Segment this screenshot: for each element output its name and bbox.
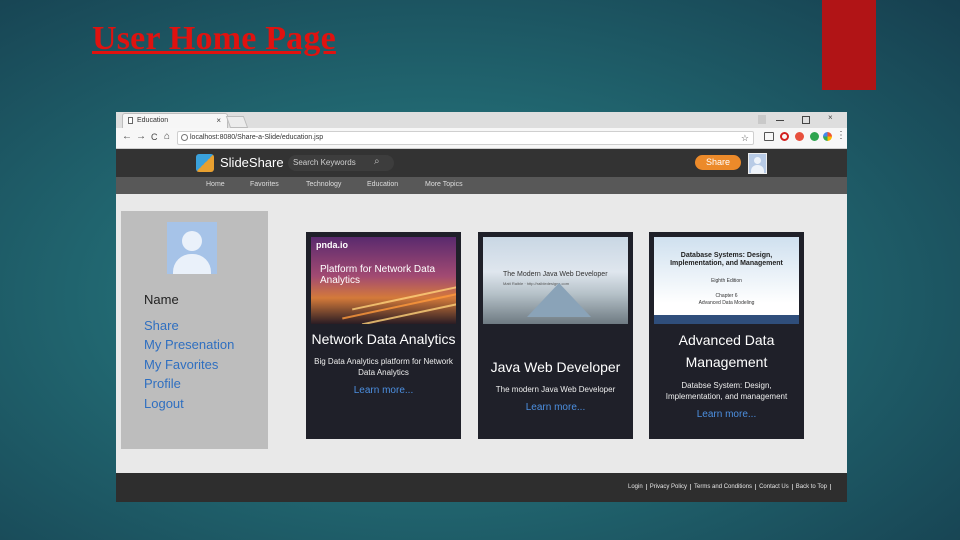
- nav-item-home[interactable]: Home: [206, 181, 225, 188]
- footer-links: Login Privacy Policy Terms and Conditions C…: [625, 484, 831, 490]
- browser-menu-icon[interactable]: ⋮: [836, 130, 846, 141]
- cast-icon[interactable]: [764, 132, 774, 141]
- presentation-card[interactable]: pnda.io Platform for Network Data Analyt…: [306, 232, 461, 439]
- thumb-title: Database Systems: Design, Implementation…: [670, 252, 783, 267]
- sidebar-link-share[interactable]: Share: [144, 318, 179, 333]
- avatar-body: [751, 165, 764, 173]
- learn-more-link[interactable]: Learn more...: [306, 385, 461, 396]
- opera-extension-icon[interactable]: [780, 132, 789, 141]
- card-description: The modern Java Web Developer: [495, 385, 616, 394]
- red-accent-bar: [822, 0, 876, 90]
- footer-link-privacy-policy[interactable]: Privacy Policy: [646, 484, 692, 490]
- browser-window: Education × × ← → C ⌂ localhost:8080/Sha…: [116, 112, 847, 502]
- thumb-chapter-title: Advanced Data Modeling: [698, 300, 755, 306]
- presentation-card[interactable]: The Modern Java Web Developer Matt Raibl…: [478, 232, 633, 439]
- learn-more-link[interactable]: Learn more...: [649, 409, 804, 420]
- home-icon[interactable]: ⌂: [164, 131, 170, 143]
- slide-title: User Home Page: [92, 20, 336, 57]
- nav-item-technology[interactable]: Technology: [306, 181, 341, 188]
- sidebar-link-my-presentation[interactable]: My Presenation: [144, 337, 234, 352]
- card-description: Databse System: Design, Implementation, …: [665, 381, 788, 401]
- new-tab-button[interactable]: [225, 116, 249, 128]
- window-close-icon[interactable]: ×: [828, 113, 833, 122]
- brand-name[interactable]: SlideShare: [220, 155, 284, 170]
- profile-avatar-head: [182, 231, 202, 251]
- nav-item-education[interactable]: Education: [367, 181, 398, 188]
- thumb-chapter: Chapter 6 Advanced Data Modeling: [654, 293, 799, 307]
- slideshare-logo-icon[interactable]: [196, 154, 214, 172]
- info-icon[interactable]: [181, 134, 188, 141]
- reload-icon[interactable]: C: [151, 131, 158, 143]
- url-text: localhost:8080/Share-a-Slide/education.j…: [190, 134, 324, 141]
- light-streak: [361, 302, 456, 324]
- maximize-icon[interactable]: [802, 116, 810, 124]
- avatar-head: [754, 157, 761, 164]
- topic-nav: Home Favorites Technology Education More…: [116, 177, 847, 194]
- presentation-card[interactable]: Database Systems: Design, Implementation…: [649, 232, 804, 439]
- card-thumbnail[interactable]: Database Systems: Design, Implementation…: [654, 237, 799, 324]
- search-input[interactable]: Search Keywords ⌕: [288, 155, 394, 171]
- footer-link-terms[interactable]: Terms and Conditions: [691, 484, 757, 490]
- card-title[interactable]: Advanced Data Management: [667, 329, 786, 373]
- thumb-logo: pnda.io: [316, 240, 348, 250]
- louvre-pyramid: [527, 283, 591, 317]
- address-bar[interactable]: localhost:8080/Share-a-Slide/education.j…: [177, 131, 754, 145]
- site-header: SlideShare Search Keywords ⌕ Share: [116, 149, 847, 177]
- sidebar-link-profile[interactable]: Profile: [144, 376, 181, 391]
- profile-avatar-body: [173, 254, 211, 274]
- site-footer: Login Privacy Policy Terms and Conditions C…: [116, 473, 847, 502]
- share-button[interactable]: Share: [695, 155, 741, 170]
- learn-more-link[interactable]: Learn more...: [478, 402, 633, 413]
- sidebar-link-logout[interactable]: Logout: [144, 396, 184, 411]
- close-tab-icon[interactable]: ×: [216, 114, 221, 128]
- footer-link-back-to-top[interactable]: Back to Top: [792, 484, 831, 490]
- thumb-edition: Eighth Edition: [711, 278, 742, 284]
- address-row: ← → C ⌂ localhost:8080/Share-a-Slide/edu…: [116, 128, 847, 149]
- search-placeholder: Search Keywords: [293, 158, 356, 167]
- card-title[interactable]: Network Data Analytics: [306, 328, 461, 350]
- user-name: Name: [144, 292, 179, 307]
- card-thumbnail[interactable]: pnda.io Platform for Network Data Analyt…: [311, 237, 456, 324]
- card-thumbnail[interactable]: The Modern Java Web Developer Matt Raibl…: [483, 237, 628, 324]
- card-title[interactable]: Java Web Developer: [478, 356, 633, 378]
- profile-sidebar: Name Share My Presenation My Favorites P…: [121, 211, 268, 449]
- tab-bar: Education × ×: [116, 112, 847, 128]
- thumb-chapter-number: Chapter 6: [715, 293, 738, 299]
- document-icon: [128, 117, 133, 124]
- color-extension-icon[interactable]: [823, 132, 832, 141]
- thumb-title: The Modern Java Web Developer: [503, 271, 608, 278]
- thumb-footer-bar: [654, 315, 799, 324]
- extension-icon[interactable]: [795, 132, 804, 141]
- thumb-title: Platform for Network Data Analytics: [320, 264, 436, 286]
- footer-link-login[interactable]: Login: [625, 484, 647, 490]
- search-icon[interactable]: ⌕: [374, 156, 380, 167]
- nav-item-favorites[interactable]: Favorites: [250, 181, 279, 188]
- sidebar-link-my-favorites[interactable]: My Favorites: [144, 357, 218, 372]
- profile-avatar: [167, 222, 217, 274]
- user-avatar[interactable]: [748, 153, 767, 174]
- minimize-icon[interactable]: [776, 120, 784, 121]
- browser-tab[interactable]: Education ×: [122, 113, 228, 128]
- profile-icon[interactable]: [758, 115, 766, 124]
- forward-icon[interactable]: →: [136, 131, 146, 143]
- card-description: Big Data Analytics platform for Network …: [314, 357, 453, 377]
- nav-item-more-topics[interactable]: More Topics: [425, 181, 463, 188]
- back-icon[interactable]: ←: [122, 131, 132, 143]
- footer-link-contact-us[interactable]: Contact Us: [756, 484, 793, 490]
- grammarly-icon[interactable]: [810, 132, 819, 141]
- tab-title: Education: [137, 117, 169, 124]
- bookmark-star-icon[interactable]: ☆: [741, 132, 749, 144]
